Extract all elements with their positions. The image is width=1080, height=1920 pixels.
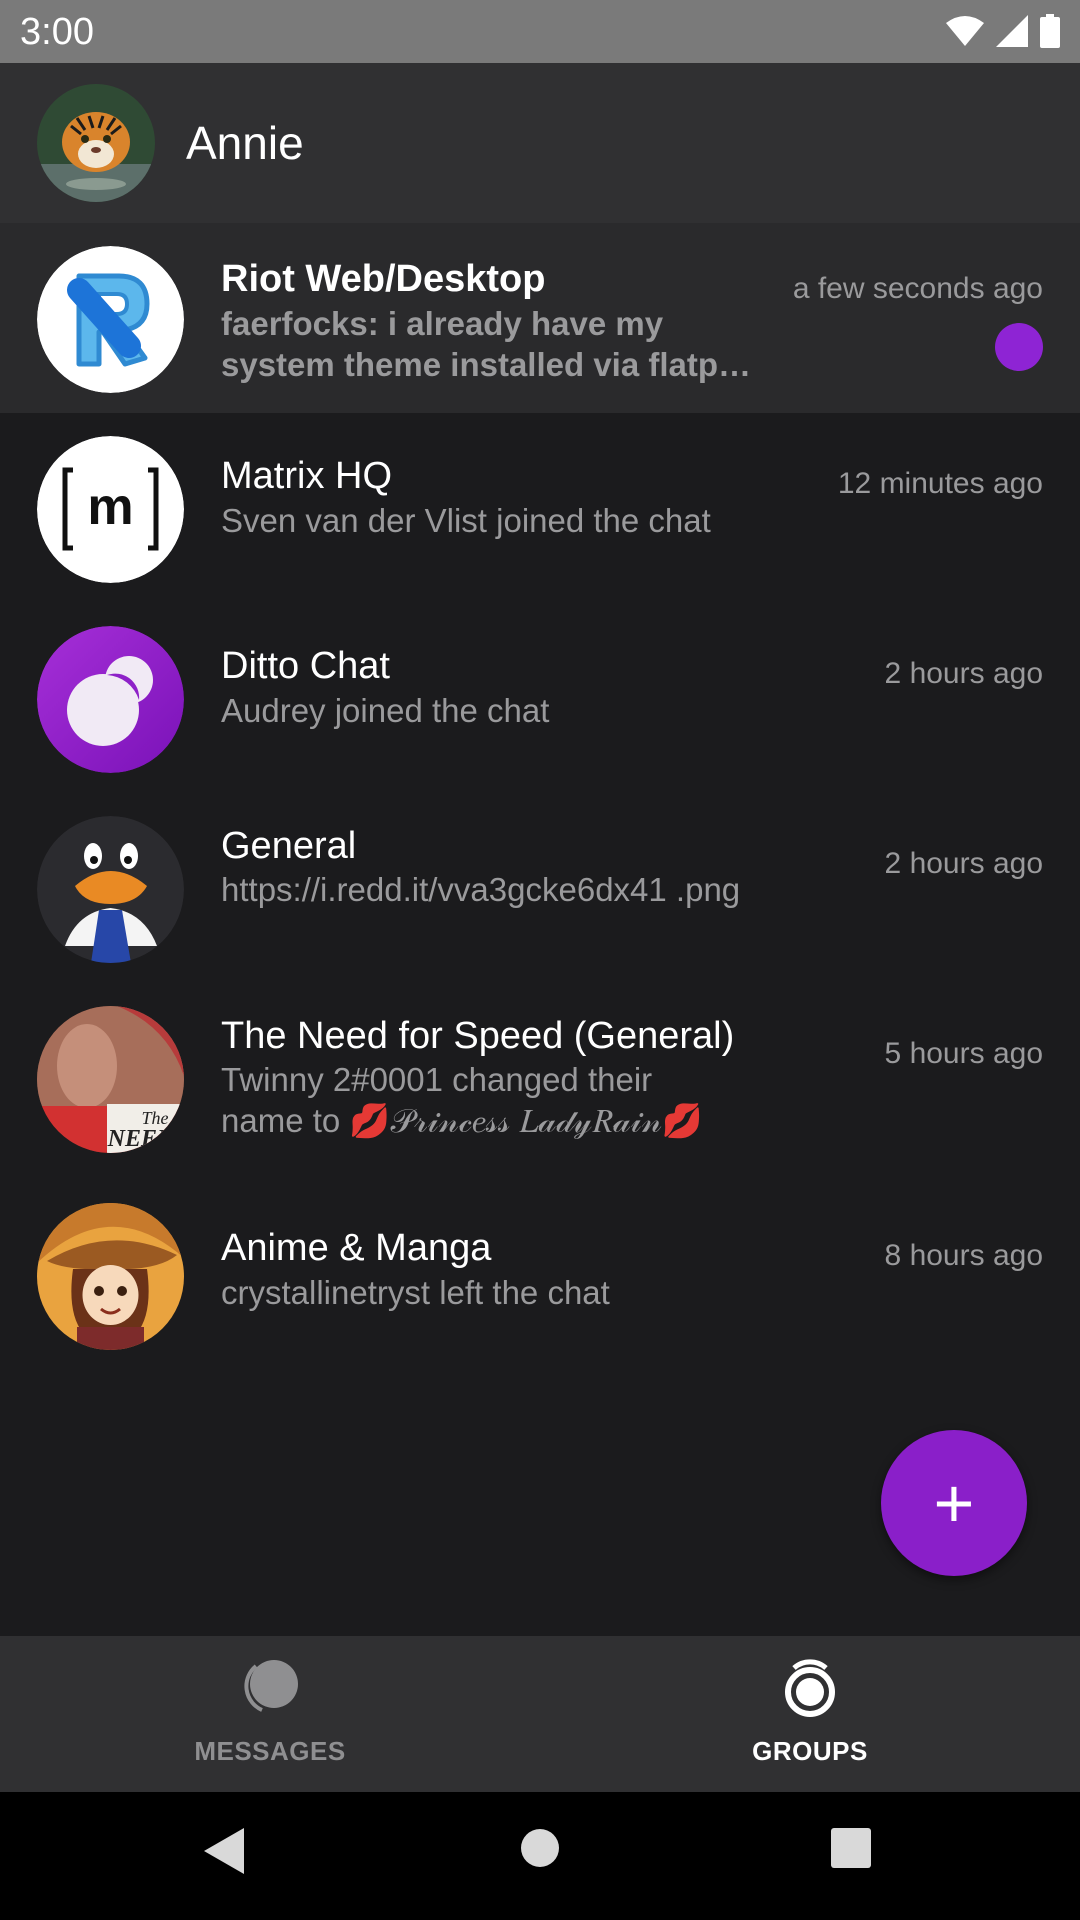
chat-row-matrix-hq[interactable]: m Matrix HQ Sven van der Vlist joined th… [0,413,1080,603]
new-chat-button[interactable]: + [881,1430,1027,1576]
status-bar: 3:00 [0,0,1080,63]
chat-time: a few seconds ago [792,272,1043,305]
chat-avatar: m [37,436,184,583]
need-for-speed-avatar-icon: The NEED [37,1006,184,1153]
chat-avatar [37,246,184,393]
app-screen: 3:00 Annie Riot Web/Desktop faerfocks: i… [0,0,1080,1920]
chat-time: 2 hours ago [884,847,1043,880]
chat-title: Anime & Manga [221,1227,492,1269]
tab-groups[interactable]: GROUPS [540,1636,1080,1792]
signal-icon [996,15,1028,47]
app-header: Annie [0,63,1080,223]
chat-time: 2 hours ago [884,657,1043,690]
riot-logo-icon [37,246,184,393]
recents-icon[interactable] [831,1828,871,1868]
chat-title: General [221,825,357,867]
user-name: Annie [186,117,304,169]
chat-row-riot-web-desktop[interactable]: Riot Web/Desktop faerfocks: i already ha… [0,223,1080,413]
chat-title: Riot Web/Desktop [221,258,546,300]
chat-time: 12 minutes ago [837,467,1043,500]
tiger-avatar-icon [37,84,155,202]
chat-preview: faerfocks: i already have my system them… [221,305,752,383]
status-icons [946,14,1060,48]
chat-avatar: The NEED [37,1006,184,1153]
chat-title: The Need for Speed (General) [221,1015,735,1057]
chat-row-general[interactable]: General https://i.redd.it/vva3gcke6dx41 … [0,793,1080,983]
chat-preview: crystallinetryst left the chat [221,1274,610,1311]
back-icon[interactable] [204,1828,244,1874]
chat-title: Ditto Chat [221,645,390,687]
ditto-logo-icon [37,626,184,773]
chat-row-anime-manga[interactable]: Anime & Manga crystallinetryst left the … [0,1173,1080,1363]
status-time: 3:00 [20,11,94,53]
chat-row-ditto-chat[interactable]: Ditto Chat Audrey joined the chat 2 hour… [0,603,1080,793]
chat-title: Matrix HQ [221,455,392,497]
svg-text:NEED: NEED [107,1126,175,1152]
anime-girl-avatar-icon [37,1203,184,1350]
home-icon[interactable] [520,1828,560,1868]
groups-icon [785,1659,835,1717]
unread-indicator [995,323,1043,371]
plus-icon: + [933,1464,975,1542]
penguin-avatar-icon [37,816,184,963]
tab-messages[interactable]: MESSAGES [0,1636,540,1792]
chat-preview: Twinny 2#0001 changed their name to 💋𝒫𝓇𝒾… [221,1061,704,1139]
chat-avatar [37,1203,184,1350]
user-avatar[interactable] [37,84,155,202]
matrix-logo-icon: m [37,436,184,583]
chat-avatar [37,626,184,773]
wifi-icon [946,16,984,46]
chat-time: 5 hours ago [884,1037,1043,1070]
chat-row-need-for-speed[interactable]: The NEED The Need for Speed (General) Tw… [0,983,1080,1173]
svg-text:The: The [142,1108,169,1128]
bottom-nav: MESSAGES GROUPS [0,1636,1080,1792]
chat-avatar [37,816,184,963]
chat-preview: Audrey joined the chat [221,692,550,729]
system-nav-bar [0,1792,1080,1920]
messages-icon [244,1660,298,1712]
tab-label: MESSAGES [194,1736,346,1766]
svg-text:m: m [87,478,133,536]
tab-label: GROUPS [752,1736,868,1766]
chat-preview: https://i.redd.it/vva3gcke6dx41 .png [221,871,741,908]
battery-icon [1040,14,1060,48]
chat-time: 8 hours ago [884,1239,1043,1272]
chat-preview: Sven van der Vlist joined the chat [221,502,711,539]
